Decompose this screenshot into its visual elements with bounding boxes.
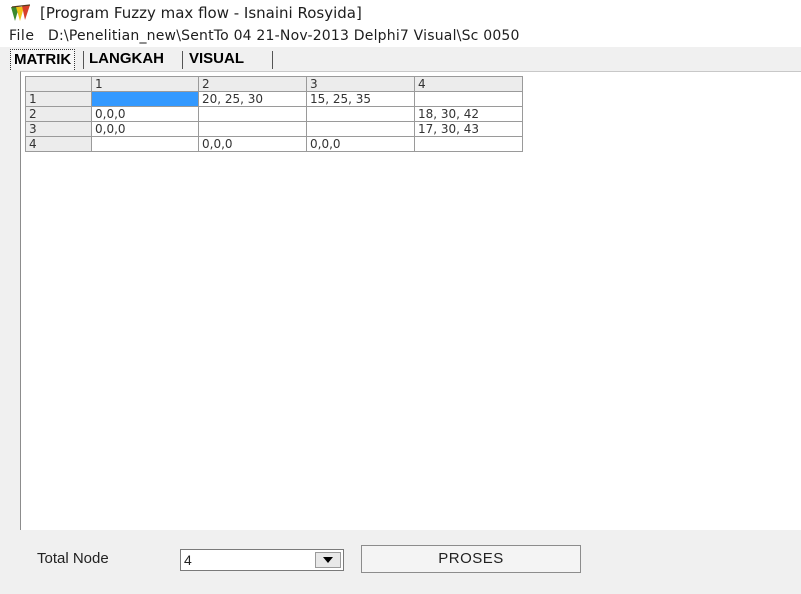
grid-cell[interactable] — [91, 136, 199, 152]
menu-bar: File D:\Penelitian_new\SentTo 04 21-Nov-… — [0, 27, 801, 47]
row-header: 3 — [25, 121, 92, 137]
menu-path-text[interactable]: D:\Penelitian_new\SentTo 04 21-Nov-2013 … — [48, 28, 520, 44]
grid-cell[interactable] — [198, 106, 307, 122]
chevron-down-icon — [323, 557, 333, 563]
column-header: 3 — [306, 76, 415, 92]
grid-cell[interactable]: 18, 30, 42 — [414, 106, 523, 122]
row-header: 4 — [25, 136, 92, 152]
title-bar: [Program Fuzzy max flow - Isnaini Rosyid… — [0, 0, 801, 27]
tab-matrik[interactable]: MATRIK — [10, 49, 76, 70]
total-node-value: 4 — [184, 552, 192, 568]
row-header: 1 — [25, 91, 92, 107]
grid-cell[interactable] — [306, 121, 415, 137]
grid-cell[interactable]: 20, 25, 30 — [198, 91, 307, 107]
grid-cell[interactable] — [414, 136, 523, 152]
delphi-app-icon[interactable] — [10, 4, 32, 23]
grid-cell[interactable]: 0,0,0 — [198, 136, 307, 152]
tab-langkah[interactable]: LANGKAH — [86, 49, 167, 70]
grid-corner-cell — [25, 76, 92, 92]
app-window: [Program Fuzzy max flow - Isnaini Rosyid… — [0, 0, 801, 594]
tab-visual[interactable]: VISUAL — [186, 49, 247, 70]
menu-file[interactable]: File — [9, 28, 34, 44]
column-header: 4 — [414, 76, 523, 92]
grid-cell[interactable]: 0,0,0 — [306, 136, 415, 152]
grid-cell[interactable] — [306, 106, 415, 122]
total-node-label: Total Node — [37, 550, 109, 567]
tab-separator — [182, 51, 183, 69]
proses-button[interactable]: PROSES — [361, 545, 581, 573]
tab-separator — [83, 51, 84, 69]
table-row: 3 0,0,0 17, 30, 43 — [25, 121, 523, 137]
tab-separator — [272, 51, 273, 69]
grid-header-row: 1 2 3 4 — [25, 76, 523, 92]
grid-cell[interactable]: 0,0,0 — [91, 106, 199, 122]
grid-cell[interactable]: 17, 30, 43 — [414, 121, 523, 137]
table-row: 4 0,0,0 0,0,0 — [25, 136, 523, 152]
grid-cell[interactable]: 15, 25, 35 — [306, 91, 415, 107]
column-header: 1 — [91, 76, 199, 92]
column-header: 2 — [198, 76, 307, 92]
grid-cell-selected[interactable] — [91, 91, 199, 107]
matrix-grid[interactable]: 1 2 3 4 1 20, 25, 30 15, 25, 35 2 0,0,0 … — [25, 76, 523, 152]
table-row: 2 0,0,0 18, 30, 42 — [25, 106, 523, 122]
table-row: 1 20, 25, 30 15, 25, 35 — [25, 91, 523, 107]
row-header: 2 — [25, 106, 92, 122]
window-title: [Program Fuzzy max flow - Isnaini Rosyid… — [40, 4, 362, 22]
grid-cell[interactable] — [198, 121, 307, 137]
dropdown-button[interactable] — [315, 552, 341, 568]
total-node-select[interactable]: 4 — [180, 549, 344, 571]
grid-cell[interactable]: 0,0,0 — [91, 121, 199, 137]
matrix-panel: 1 2 3 4 1 20, 25, 30 15, 25, 35 2 0,0,0 … — [20, 71, 801, 530]
grid-cell[interactable] — [414, 91, 523, 107]
